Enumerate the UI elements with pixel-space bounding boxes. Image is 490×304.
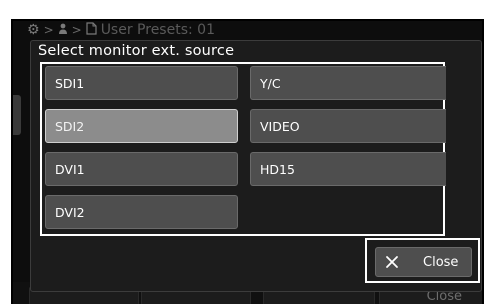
close-button[interactable]: Close [375, 247, 472, 277]
option-label: SDI1 [55, 75, 85, 91]
person-icon [58, 23, 68, 38]
gear-icon: ⚙ [27, 22, 40, 38]
breadcrumb: ⚙ > > User Presets: 01 [27, 21, 215, 39]
options-frame: SDI1 Y/C SDI2 VIDEO DVI1 HD15 DVI2 [40, 62, 446, 236]
page: ⚙ > > User Presets: 01 Close Select moni… [0, 0, 490, 304]
breadcrumb-separator: > [43, 23, 54, 37]
option-label: HD15 [260, 161, 295, 177]
preset-label: User Presets: 01 [100, 22, 215, 38]
option-dvi2[interactable]: DVI2 [45, 195, 238, 229]
option-yc[interactable]: Y/C [250, 66, 446, 100]
option-label: DVI1 [55, 161, 85, 177]
close-button-label: Close [423, 254, 459, 270]
select-source-dialog: Select monitor ext. source SDI1 Y/C SDI2… [30, 40, 482, 292]
option-label: Y/C [260, 75, 281, 91]
option-sdi2[interactable]: SDI2 [45, 109, 238, 143]
option-video[interactable]: VIDEO [250, 109, 446, 143]
option-label: SDI2 [55, 118, 85, 134]
background-side-tab [13, 95, 21, 135]
document-icon [86, 21, 97, 39]
close-button-frame: Close [365, 238, 480, 283]
option-dvi1[interactable]: DVI1 [45, 152, 238, 186]
dialog-title: Select monitor ext. source [38, 43, 235, 59]
option-label: VIDEO [260, 118, 300, 134]
breadcrumb-separator: > [71, 23, 82, 37]
option-hd15[interactable]: HD15 [250, 152, 446, 186]
option-sdi1[interactable]: SDI1 [45, 66, 238, 100]
x-icon [385, 255, 399, 269]
monitor-screen: ⚙ > > User Presets: 01 Close Select moni… [11, 19, 484, 304]
option-label: DVI2 [55, 204, 85, 220]
